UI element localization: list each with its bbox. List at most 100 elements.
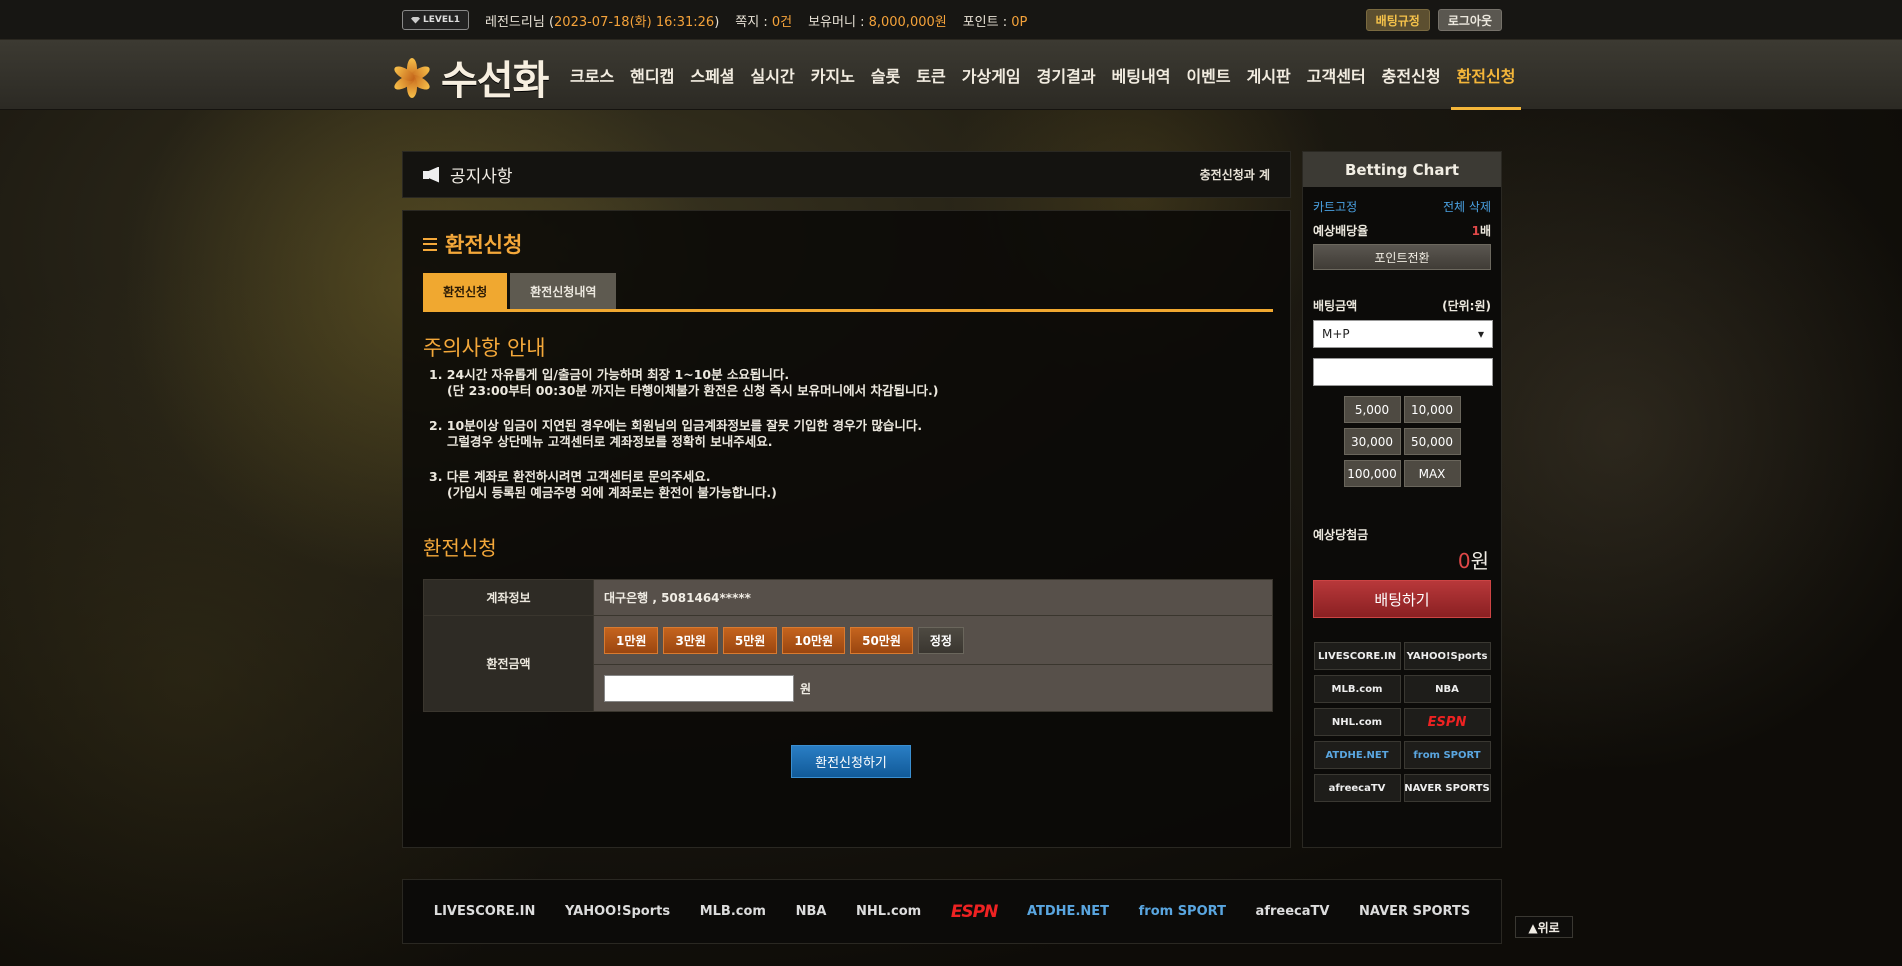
form-title: 환전신청: [423, 536, 497, 560]
gem-icon: [411, 16, 420, 24]
mlb-link[interactable]: MLB.com: [1313, 675, 1401, 703]
quick-10000-button[interactable]: 10,000: [1403, 396, 1461, 423]
nav-casino[interactable]: 카지노: [803, 40, 863, 110]
nav-slot[interactable]: 슬롯: [863, 40, 908, 110]
quick-100000-button[interactable]: 100,000: [1343, 460, 1401, 487]
footer-espn-link[interactable]: ESPN: [951, 902, 999, 922]
nav-special[interactable]: 스페셜: [682, 40, 742, 110]
bet-type-select[interactable]: M+P ▾: [1313, 320, 1493, 348]
footer-nba-link[interactable]: NBA: [796, 904, 827, 919]
nav-handicap[interactable]: 핸디캡: [622, 40, 682, 110]
yahoo-sports-link[interactable]: YAHOO!Sports: [1403, 642, 1491, 670]
nav-results[interactable]: 경기결과: [1029, 40, 1104, 110]
withdraw-panel: 환전신청 환전신청 환전신청내역 주의사항 안내 1. 24시간 자유롭게 입/…: [402, 210, 1291, 848]
footer-naver-sports-link[interactable]: NAVER SPORTS: [1359, 904, 1470, 919]
quick-5000-button[interactable]: 5,000: [1343, 396, 1401, 423]
tabs: 환전신청 환전신청내역: [423, 273, 617, 310]
delete-all-link[interactable]: 전체 삭제: [1443, 198, 1491, 215]
user-info: 레전드리님 (2023-07-18(화) 16:31:26): [485, 14, 720, 30]
points-info: 포인트 : 0P: [962, 14, 1028, 30]
menu-icon: [423, 237, 437, 251]
amount-500k-button[interactable]: 50만원: [850, 626, 913, 654]
bet-amount-label: 배팅금액: [1313, 298, 1358, 313]
naver-sports-link[interactable]: NAVER SPORTS: [1403, 774, 1491, 802]
quick-30000-button[interactable]: 30,000: [1343, 428, 1401, 455]
account-value: 대구은행 , 5081464*****: [593, 579, 1273, 616]
point-convert-button[interactable]: 포인트전환: [1313, 244, 1491, 270]
quick-amount-grid: 5,000 10,000 30,000 50,000 100,000 MAX: [1303, 396, 1501, 487]
bet-amount-input[interactable]: [1313, 358, 1493, 386]
nav-withdraw[interactable]: 환전신청: [1449, 40, 1524, 110]
money-info: 보유머니 : 8,000,000원: [808, 14, 947, 30]
notice-bar[interactable]: 공지사항 충전신청과 계: [402, 151, 1291, 198]
level-badge: LEVEL1: [402, 10, 469, 30]
nhl-link[interactable]: NHL.com: [1313, 708, 1401, 736]
betting-chart-title: Betting Chart: [1303, 152, 1501, 187]
nav-deposit[interactable]: 충전신청: [1374, 40, 1449, 110]
caution-item: 1. 24시간 자유롭게 입/출금이 가능하며 최장 1~10분 소요됩니다. …: [429, 367, 939, 398]
footer-livescore-link[interactable]: LIVESCORE.IN: [434, 904, 536, 919]
footer-yahoo-sports-link[interactable]: YAHOO!Sports: [565, 904, 670, 919]
nav-virtual-game[interactable]: 가상게임: [954, 40, 1029, 110]
won-unit: 원: [800, 681, 812, 696]
unit-label: (단위:원): [1442, 298, 1491, 313]
afreecatv-link[interactable]: afreecaTV: [1313, 774, 1401, 802]
tab-withdraw[interactable]: 환전신청: [423, 273, 508, 310]
notice-ticker[interactable]: 충전신청과 계: [1200, 166, 1270, 183]
footer-mlb-link[interactable]: MLB.com: [700, 904, 766, 919]
expected-win-value: 0원: [1457, 549, 1489, 573]
expected-win-label: 예상당첨금: [1313, 527, 1369, 542]
main-nav: 크로스 핸디캡 스페셜 실시간 카지노 슬롯 토큰 가상게임 경기결과 베팅내역…: [562, 40, 1523, 110]
betting-rules-button[interactable]: 배팅규정: [1365, 9, 1430, 31]
amount-50k-button[interactable]: 5만원: [722, 626, 778, 654]
account-label: 계좌정보: [423, 579, 594, 616]
caution-item: 3. 다른 계좌로 환전하시려면 고객센터로 문의주세요. (가입시 등록된 예…: [429, 469, 777, 500]
footer-nhl-link[interactable]: NHL.com: [856, 904, 921, 919]
fromsport-link[interactable]: from SPORT: [1403, 741, 1491, 769]
main-header: 수선화 크로스 핸디캡 스페셜 실시간 카지노 슬롯 토큰 가상게임 경기결과 …: [0, 40, 1902, 110]
quick-50000-button[interactable]: 50,000: [1403, 428, 1461, 455]
notice-title: 공지사항: [450, 167, 513, 187]
livescore-link[interactable]: LIVESCORE.IN: [1313, 642, 1401, 670]
reset-amount-button[interactable]: 정정: [917, 626, 964, 654]
flower-icon: [389, 54, 435, 100]
espn-link[interactable]: ESPN: [1403, 708, 1491, 736]
nav-live[interactable]: 실시간: [743, 40, 803, 110]
page-title: 환전신청: [423, 229, 522, 259]
caution-list: 1. 24시간 자유롭게 입/출금이 가능하며 최장 1~10분 소요됩니다. …: [429, 367, 938, 520]
amount-100k-button[interactable]: 10만원: [782, 626, 846, 654]
tab-withdraw-history[interactable]: 환전신청내역: [510, 273, 617, 310]
submit-withdraw-button[interactable]: 환전신청하기: [791, 745, 911, 778]
nba-link[interactable]: NBA: [1403, 675, 1491, 703]
nav-cross[interactable]: 크로스: [562, 40, 622, 110]
megaphone-icon: [423, 167, 443, 183]
caution-item: 2. 10분이상 입금이 지연된 경우에는 회원님의 입금계좌정보를 잘못 기입…: [429, 418, 923, 449]
nav-bet-history[interactable]: 베팅내역: [1104, 40, 1179, 110]
nav-board[interactable]: 게시판: [1239, 40, 1299, 110]
betting-chart: Betting Chart 카트고정 전체 삭제 예상배당율 1배 포인트전환 …: [1302, 151, 1502, 848]
amount-buttons: 1만원 3만원 5만원 10만원 50만원 정정: [604, 616, 1262, 664]
footer-sports-links: LIVESCORE.IN YAHOO!Sports MLB.com NBA NH…: [402, 879, 1502, 944]
amount-input[interactable]: [604, 674, 794, 702]
scroll-to-top-button[interactable]: ▲위로: [1515, 916, 1573, 938]
amount-label: 환전금액: [423, 615, 594, 712]
atdhe-link[interactable]: ATDHE.NET: [1313, 741, 1401, 769]
logo-text: 수선화: [441, 57, 549, 104]
withdraw-form: 계좌정보 대구은행 , 5081464***** 환전금액 1만원 3만원 5만…: [423, 579, 1273, 712]
caution-title: 주의사항 안내: [423, 336, 546, 360]
logout-button[interactable]: 로그아웃: [1437, 9, 1502, 31]
footer-afreecatv-link[interactable]: afreecaTV: [1256, 904, 1330, 919]
footer-fromsport-link[interactable]: from SPORT: [1139, 904, 1226, 919]
quick-max-button[interactable]: MAX: [1403, 460, 1461, 487]
messages-info[interactable]: 쪽지 : 0건: [735, 11, 792, 30]
amount-30k-button[interactable]: 3만원: [663, 626, 718, 654]
nav-token[interactable]: 토큰: [908, 40, 953, 110]
site-logo[interactable]: 수선화: [389, 48, 549, 106]
amount-10k-button[interactable]: 1만원: [604, 626, 659, 654]
footer-atdhe-link[interactable]: ATDHE.NET: [1027, 904, 1109, 919]
cart-fix-link[interactable]: 카트고정: [1313, 198, 1357, 215]
nav-event[interactable]: 이벤트: [1178, 40, 1238, 110]
expected-odds-label: 예상배당율: [1313, 223, 1369, 238]
nav-support[interactable]: 고객센터: [1299, 40, 1374, 110]
place-bet-button[interactable]: 배팅하기: [1313, 580, 1491, 618]
